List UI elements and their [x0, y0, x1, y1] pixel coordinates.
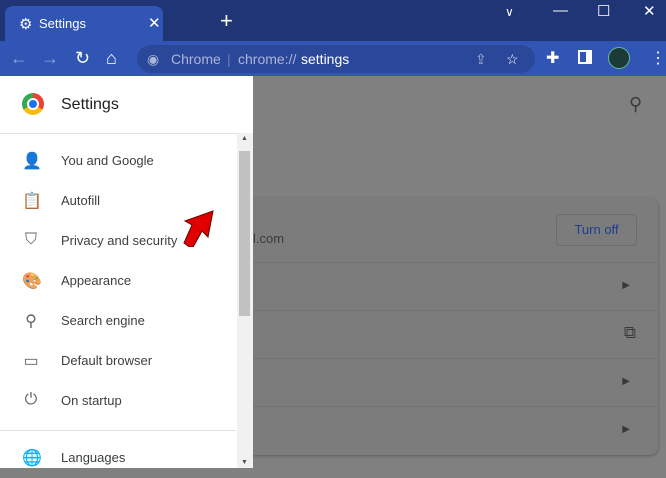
account-card: l.com Turn off ▶ ⧉ ▶ ▶ [253, 198, 658, 455]
sidebar-scrollbar[interactable]: ▲ ▼ [237, 133, 253, 468]
browser-icon: ▭ [23, 353, 39, 370]
sidebar-item-label: Privacy and security [61, 233, 178, 248]
settings-row[interactable]: ▶ [253, 262, 658, 310]
palette-icon: 🎨 [22, 273, 42, 290]
sidebar-item-label: Languages [61, 450, 126, 465]
settings-sidebar: Settings 👤 You and Google 📋 Autofill ⛉ Priv… [0, 76, 253, 468]
maximize-button[interactable]: ☐ [597, 2, 610, 20]
globe-icon: 🌐 [22, 450, 42, 467]
toolbar: ← → ↻ ⌂ ◉ Chrome | chrome:// settings ⇪ … [0, 41, 666, 76]
profile-avatar[interactable] [608, 47, 630, 69]
url-path: settings [301, 51, 350, 67]
sidebar-item-on-startup[interactable]: ⏻ On startup [0, 381, 236, 421]
scroll-down-icon[interactable]: ▼ [241, 459, 248, 466]
bookmark-star-icon[interactable]: ☆ [506, 51, 519, 68]
search-settings-icon[interactable]: ⚲ [629, 94, 642, 115]
sidebar-item-label: Default browser [61, 353, 153, 368]
reload-icon[interactable]: ↻ [75, 48, 90, 69]
settings-row[interactable]: ▶ [253, 406, 658, 454]
close-tab-icon[interactable]: ✕ [148, 14, 161, 32]
sidebar-item-label: Autofill [61, 193, 101, 208]
sidebar-item-label: On startup [61, 393, 122, 408]
sidebar-item-appearance[interactable]: 🎨 Appearance [0, 261, 236, 301]
scroll-up-icon[interactable]: ▲ [241, 135, 248, 142]
divider [0, 430, 236, 431]
gear-icon: ⚙ [19, 16, 33, 33]
open-external-icon: ⧉ [623, 323, 636, 342]
chrome-logo-icon [22, 93, 44, 115]
sidebar-item-default-browser[interactable]: ▭ Default browser [0, 341, 236, 381]
chevron-right-icon: ▶ [622, 280, 630, 291]
shield-icon: ⛉ [24, 231, 37, 248]
settings-row[interactable]: ⧉ [253, 310, 658, 358]
sidebar-title: Settings [61, 96, 119, 113]
tab-title: Settings [39, 16, 86, 31]
side-panel-icon[interactable] [578, 50, 592, 64]
back-icon[interactable]: ← [10, 48, 28, 69]
chevron-right-icon: ▶ [622, 424, 630, 435]
tab-search-icon[interactable]: ∨ [505, 5, 514, 19]
new-tab-button[interactable]: + [220, 8, 233, 34]
scrollbar-thumb[interactable] [239, 151, 250, 316]
close-window-button[interactable]: ✕ [643, 2, 656, 20]
home-icon[interactable]: ⌂ [106, 48, 117, 69]
sidebar-item-languages[interactable]: 🌐 Languages [0, 438, 236, 478]
account-email: l.com [253, 231, 285, 246]
url-prefix: chrome:// [238, 51, 297, 67]
tab-settings[interactable]: ⚙ Settings ✕ [5, 6, 163, 41]
minimize-button[interactable]: — [553, 2, 568, 19]
turn-off-button[interactable]: Turn off [556, 214, 637, 246]
sidebar-item-label: Appearance [61, 273, 132, 288]
sidebar-item-label: Search engine [61, 313, 145, 328]
clipboard-icon: 📋 [22, 193, 42, 210]
address-bar[interactable]: ◉ Chrome | chrome:// settings ⇪ ☆ [137, 45, 535, 73]
chrome-site-icon: ◉ [147, 51, 160, 67]
search-icon: ⚲ [25, 313, 37, 330]
red-arrow-annotation-icon [183, 210, 214, 247]
site-label: Chrome [171, 51, 221, 67]
sidebar-item-label: You and Google [61, 153, 154, 168]
forward-icon[interactable]: → [41, 48, 59, 69]
sidebar-item-search-engine[interactable]: ⚲ Search engine [0, 301, 236, 341]
sidebar-item-you-and-google[interactable]: 👤 You and Google [0, 141, 236, 181]
chevron-right-icon: ▶ [622, 376, 630, 387]
sidebar-header: Settings [0, 76, 253, 134]
menu-icon[interactable]: ⋮ [650, 48, 666, 68]
settings-row[interactable]: ▶ [253, 358, 658, 406]
extensions-icon[interactable]: ✚ [546, 48, 559, 68]
separator: | [227, 51, 231, 67]
person-icon: 👤 [22, 153, 42, 170]
title-bar: ⚙ Settings ✕ + ∨ — ☐ ✕ [0, 0, 666, 41]
share-icon[interactable]: ⇪ [475, 51, 487, 68]
power-icon: ⏻ [24, 391, 38, 408]
